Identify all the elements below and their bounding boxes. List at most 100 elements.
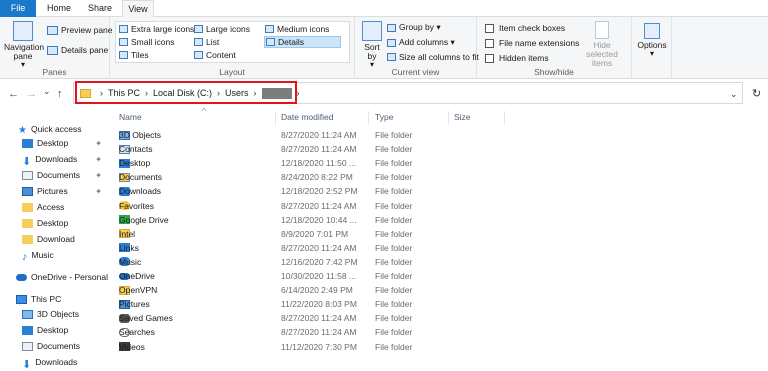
extra-large-icons-icon	[119, 25, 128, 33]
table-row[interactable]: Intel 8/9/2020 7:01 PM File folder	[112, 227, 768, 241]
file-name: Desktop	[119, 158, 151, 169]
table-row[interactable]: Searches 8/27/2020 11:24 AM File folder	[112, 325, 768, 339]
nav-item-label: Documents	[37, 170, 80, 180]
tab-share[interactable]: Share	[80, 0, 120, 17]
layout-extra-large-icons-label: Extra large icons	[131, 24, 195, 34]
refresh-icon[interactable]: ↻	[752, 87, 761, 100]
file-date: 8/27/2020 11:24 AM	[281, 327, 357, 338]
layout-list[interactable]: List	[194, 37, 219, 47]
layout-medium-icons[interactable]: Medium icons	[265, 24, 329, 34]
forward-arrow-icon[interactable]: →	[26, 88, 37, 100]
add-columns-button[interactable]: Add columns ▾	[387, 37, 455, 48]
tab-file[interactable]: File	[0, 0, 36, 17]
file-name: OneDrive	[119, 271, 155, 281]
navigation-bar: ← → ⌄ ↑ › This PC › Local Disk (C:) › Us…	[0, 79, 768, 109]
layout-small-icons[interactable]: Small icons	[119, 37, 174, 47]
layout-medium-icons-label: Medium icons	[277, 24, 330, 34]
group-by-button[interactable]: Group by ▾	[387, 22, 441, 33]
file-date: 8/27/2020 11:24 AM	[281, 242, 357, 253]
table-row[interactable]: 3D Objects 8/27/2020 11:24 AM File folder	[112, 128, 768, 142]
back-arrow-icon[interactable]: ←	[8, 88, 19, 100]
table-row[interactable]: Google Drive 12/18/2020 10:44 ... File fol…	[112, 213, 768, 227]
hidden-items-toggle[interactable]: Hidden items	[485, 53, 549, 63]
navigation-pane: ★ Quick access Desktop ✦ ⬇ Downloads ✦ D…	[0, 109, 110, 371]
show-hide-group-label: Show/hide	[534, 67, 574, 77]
folder-icon	[22, 234, 33, 244]
table-row[interactable]: Saved Games 8/27/2020 11:24 AM File folder	[112, 311, 768, 325]
tab-home[interactable]: Home	[38, 0, 80, 17]
nav-onedrive[interactable]: OneDrive - Personal	[16, 269, 108, 285]
item-check-boxes-toggle[interactable]: Item check boxes	[485, 23, 565, 33]
address-dropdown-icon[interactable]: ⌄	[730, 89, 738, 100]
options-button[interactable]: Options ▾	[635, 23, 669, 58]
file-name-extensions-checkbox[interactable]	[485, 38, 494, 48]
nav-this-pc[interactable]: This PC	[16, 291, 61, 307]
table-row[interactable]: OneDrive 10/30/2020 11:58 ... File folder	[112, 269, 768, 283]
up-arrow-icon[interactable]: ↑	[57, 88, 63, 100]
table-row[interactable]: Contacts 8/27/2020 11:24 AM File folder	[112, 142, 768, 156]
column-divider[interactable]	[275, 111, 276, 125]
nav-3d-objects[interactable]: 3D Objects	[22, 306, 79, 322]
file-type: File folder	[375, 144, 413, 155]
table-row[interactable]: Desktop 12/18/2020 11:50 ... File folder	[112, 156, 768, 170]
layout-content-label: Content	[206, 50, 236, 60]
nav-downloads[interactable]: ⬇ Downloads ✦	[22, 151, 108, 168]
table-row[interactable]: Videos 11/12/2020 7:30 PM File folder	[112, 340, 768, 354]
hidden-items-checkbox[interactable]	[485, 53, 494, 63]
navigation-pane-button[interactable]: Navigation pane ▾	[4, 21, 44, 69]
layout-large-icons[interactable]: Large icons	[194, 24, 250, 34]
nav-documents[interactable]: Documents ✦	[22, 167, 108, 183]
table-row[interactable]: Downloads 12/18/2020 2:52 PM File folder	[112, 184, 768, 198]
recent-locations-icon[interactable]: ⌄	[43, 86, 51, 97]
item-check-boxes-checkbox[interactable]	[485, 23, 494, 33]
column-divider[interactable]	[448, 111, 449, 125]
nav-desktop-folder[interactable]: Desktop	[22, 215, 68, 231]
nav-desktop[interactable]: Desktop ✦	[22, 135, 108, 151]
layout-details-label: Details	[278, 37, 304, 47]
nav-downloads-pc[interactable]: ⬇ Downloads	[22, 354, 78, 371]
content-icon	[194, 51, 203, 59]
hide-selected-label: Hide selected	[586, 40, 618, 59]
table-row[interactable]: Favorites 8/27/2020 11:24 AM File folder	[112, 199, 768, 213]
layout-content[interactable]: Content	[194, 50, 236, 60]
table-row[interactable]: Pictures 11/22/2020 8:03 PM File folder	[112, 297, 768, 311]
nav-desktop-pc[interactable]: Desktop	[22, 322, 68, 338]
layout-details[interactable]: Details	[264, 36, 341, 48]
file-type: File folder	[375, 172, 413, 183]
nav-item-label: Downloads	[35, 357, 78, 367]
sort-by-icon	[362, 21, 382, 41]
layout-extra-large-icons[interactable]: Extra large icons	[119, 24, 194, 34]
nav-music[interactable]: ♪ Music	[22, 247, 54, 263]
table-row[interactable]: Documents 8/24/2020 8:22 PM File folder	[112, 170, 768, 184]
file-name-extensions-toggle[interactable]: File name extensions	[485, 38, 579, 48]
layout-small-icons-label: Small icons	[131, 37, 175, 47]
nav-documents-pc[interactable]: Documents	[22, 338, 80, 354]
file-name-extensions-label: File name extensions	[499, 38, 580, 48]
column-header-size[interactable]: Size	[454, 112, 471, 122]
nav-download-folder[interactable]: Download	[22, 231, 75, 247]
size-all-columns-button[interactable]: Size all columns to fit	[387, 52, 479, 62]
file-date: 8/27/2020 11:24 AM	[281, 313, 357, 324]
column-divider[interactable]	[504, 111, 505, 125]
table-row[interactable]: Music 12/16/2020 7:42 PM File folder	[112, 255, 768, 269]
tab-view[interactable]: View	[122, 0, 154, 18]
sort-by-button[interactable]: Sort by ▾	[359, 21, 385, 69]
file-type: File folder	[375, 228, 413, 239]
file-name: Favorites	[119, 200, 154, 211]
layout-tiles[interactable]: Tiles	[119, 50, 149, 60]
details-pane-button[interactable]: Details pane	[47, 45, 108, 55]
nav-pictures[interactable]: Pictures ✦	[22, 183, 108, 199]
nav-access[interactable]: Access	[22, 199, 64, 215]
preview-pane-button[interactable]: Preview pane	[47, 25, 113, 35]
table-row[interactable]: Links 8/27/2020 11:24 AM File folder	[112, 241, 768, 255]
column-header-type[interactable]: Type	[375, 112, 393, 122]
column-header-name[interactable]: Name	[119, 112, 142, 122]
nav-item-label: 3D Objects	[37, 309, 80, 319]
documents-icon	[22, 170, 33, 180]
hide-selected-button[interactable]: Hide selected items	[577, 21, 627, 68]
nav-item-label: Pictures	[37, 186, 68, 196]
column-divider[interactable]	[368, 111, 369, 125]
column-header-date[interactable]: Date modified	[281, 112, 333, 122]
desktop-icon	[22, 325, 33, 335]
table-row[interactable]: OpenVPN 6/14/2020 2:49 PM File folder	[112, 283, 768, 297]
